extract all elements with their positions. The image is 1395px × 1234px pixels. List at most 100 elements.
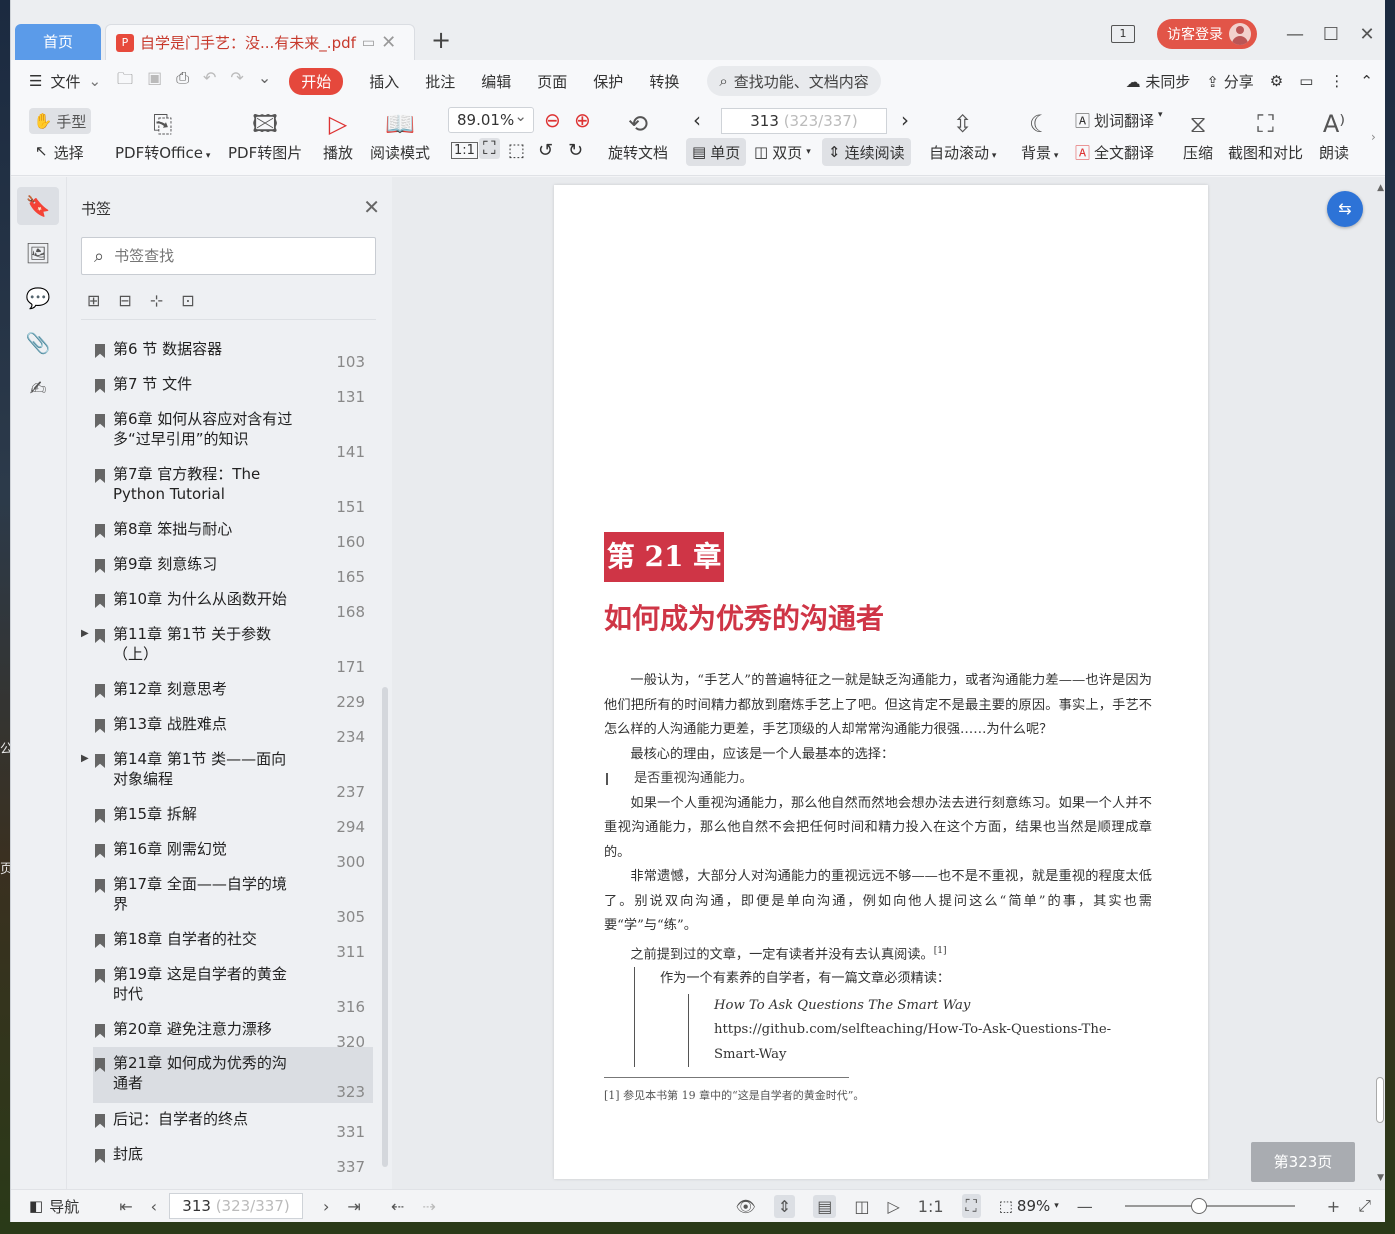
undo-icon[interactable]: ↶ — [203, 68, 216, 95]
guest-login-button[interactable]: 访客登录 — [1157, 19, 1257, 49]
close-tab-icon[interactable]: ✕ — [381, 32, 396, 53]
menu-convert[interactable]: 转换 — [649, 71, 679, 92]
bookmark-item[interactable]: 封底 337 — [93, 1144, 373, 1176]
ribbon-scroll-right-icon[interactable]: › — [1371, 130, 1376, 144]
more-icon[interactable]: ⋮ — [1329, 72, 1344, 90]
close-window-icon[interactable]: ✕ — [1349, 24, 1385, 45]
status-page-input[interactable]: 313 (323/337) — [169, 1193, 304, 1219]
window-count-icon[interactable]: 1 — [1111, 25, 1135, 43]
bookmark-item[interactable]: 后记：自学者的终点 331 — [93, 1109, 373, 1141]
attachment-panel-icon[interactable]: 📎 — [17, 324, 59, 362]
bookmark-item[interactable]: 第12章 刻意思考 229 — [93, 679, 373, 711]
fit-page-icon[interactable]: ⛶ — [479, 138, 500, 159]
scroll-thumb[interactable] — [1376, 1077, 1384, 1123]
open-folder-icon[interactable]: 🗀 — [117, 68, 133, 95]
thumbnail-panel-icon[interactable]: 🖼 — [17, 234, 59, 272]
actual-size-icon[interactable]: 1:1 — [451, 142, 478, 159]
bookmark-item[interactable]: ▶ 第11章 第1节 关于参数（上） 171 — [81, 624, 373, 676]
zoom-select[interactable]: ⬚ 89% ▾ — [999, 1197, 1059, 1215]
eye-protection-icon[interactable]: 👁 — [735, 1197, 755, 1216]
compress-button[interactable]: ⧖ 压缩 — [1183, 108, 1213, 163]
pin-window-icon[interactable]: ▭ — [362, 35, 375, 51]
bookmark-item[interactable]: 第10章 为什么从函数开始 168 — [93, 589, 373, 621]
save-icon[interactable]: ▣ — [147, 68, 162, 95]
rotate-right-icon[interactable]: ↻ — [568, 140, 583, 161]
play-icon[interactable]: ▷ — [887, 1197, 899, 1216]
single-view-icon[interactable]: ▤ — [813, 1194, 837, 1218]
fullscreen-icon[interactable]: ⤢ — [1358, 1196, 1371, 1216]
feature-search[interactable]: ⌕ 查找功能、文档内容 — [707, 66, 881, 96]
page-number-input[interactable]: 313 (323/337) — [721, 108, 887, 134]
screenshot-compare-button[interactable]: ⛶ 截图和对比 — [1228, 108, 1303, 163]
zoom-in-icon[interactable]: ⊕ — [574, 108, 591, 132]
read-aloud-button[interactable]: A⁾ 朗读 — [1319, 108, 1349, 163]
zoom-out-icon[interactable]: ⊖ — [544, 108, 561, 132]
bookmark-item[interactable]: 第18章 自学者的社交 311 — [93, 929, 373, 961]
maximize-icon[interactable]: ☐ — [1313, 24, 1349, 45]
scroll-up-icon[interactable]: ▲ — [1377, 183, 1384, 193]
read-mode-button[interactable]: 📖 阅读模式 — [370, 108, 430, 163]
pdf-to-image-button[interactable]: 🖾 PDF转图片 — [228, 108, 302, 163]
zoom-in-icon[interactable]: + — [1327, 1197, 1340, 1216]
bookmark-item[interactable]: 第7 节 文件 131 — [93, 374, 373, 406]
zoom-out-icon[interactable]: — — [1077, 1197, 1093, 1216]
menu-insert[interactable]: 插入 — [369, 71, 399, 92]
new-tab-button[interactable]: + — [431, 26, 451, 54]
sync-status[interactable]: ☁ 未同步 — [1126, 71, 1191, 92]
bookmark-search-input[interactable] — [114, 247, 335, 265]
continuous-view-icon[interactable]: ⇕ — [773, 1194, 796, 1218]
menu-start[interactable]: 开始 — [289, 67, 344, 95]
first-page-icon[interactable]: ⇤ — [119, 1197, 132, 1216]
single-page-button[interactable]: ▤ 单页 — [686, 138, 747, 166]
bookmark-item[interactable]: ▶ 第14章 第1节 类——面向对象编程 237 — [81, 749, 373, 801]
prev-page-icon[interactable]: ‹ — [693, 108, 701, 132]
bookmark-item[interactable]: 第19章 这是自学者的黄金时代 316 — [93, 964, 373, 1016]
signature-panel-icon[interactable]: ✍ — [17, 369, 59, 407]
bookmark-item[interactable]: 第13章 战胜难点 234 — [93, 714, 373, 746]
prev-page-icon[interactable]: ‹ — [151, 1197, 157, 1216]
word-translate-button[interactable]: 🄰 划词翻译 ▾ — [1075, 110, 1163, 131]
double-view-icon[interactable]: ◫ — [854, 1197, 869, 1216]
minimize-icon[interactable]: — — [1277, 24, 1313, 45]
zoom-slider-knob[interactable] — [1190, 1198, 1207, 1214]
pdf-to-office-button[interactable]: ⎘ PDF转Office ▾ — [115, 108, 210, 163]
zoom-select[interactable]: 89.01% — [448, 104, 534, 133]
menu-annotate[interactable]: 批注 — [425, 71, 455, 92]
bookmark-item[interactable]: 第15章 拆解 294 — [93, 804, 373, 836]
collapse-all-icon[interactable]: ⊟ — [118, 291, 131, 310]
fit-width-icon[interactable]: ⬚ — [508, 140, 525, 161]
play-button[interactable]: ▷ 播放 — [323, 108, 353, 163]
rotate-left-icon[interactable]: ↺ — [538, 140, 553, 161]
scroll-down-icon[interactable]: ▼ — [1377, 1173, 1384, 1183]
bookmark-scrollbar[interactable] — [382, 687, 388, 1167]
menu-edit[interactable]: 编辑 — [481, 71, 511, 92]
forward-icon[interactable]: ⇢ — [422, 1197, 435, 1216]
feedback-icon[interactable]: ▭ — [1299, 72, 1313, 90]
more-quick-icon[interactable]: ⌄ — [258, 68, 271, 95]
next-page-icon[interactable]: › — [323, 1197, 329, 1216]
share-button[interactable]: ⇪ 分享 — [1206, 71, 1253, 92]
file-menu[interactable]: ☰ 文件 ⌄ — [29, 71, 101, 92]
expand-arrow-icon[interactable]: ▶ — [81, 753, 89, 764]
redo-icon[interactable]: ↷ — [230, 68, 243, 95]
print-icon[interactable]: ⎙ — [176, 68, 189, 95]
close-icon[interactable]: ✕ — [363, 195, 380, 219]
actual-size-icon[interactable]: 1:1 — [918, 1197, 944, 1216]
bookmark-item[interactable]: 第16章 刚需幻觉 300 — [93, 839, 373, 871]
bookmark-item[interactable]: 第9章 刻意练习 165 — [93, 554, 373, 586]
rotate-document-button[interactable]: ⟲ 旋转文档 — [608, 108, 668, 163]
zoom-slider[interactable] — [1124, 1198, 1295, 1214]
next-page-icon[interactable]: › — [901, 108, 909, 132]
bookmark-item[interactable]: 第8章 笨拙与耐心 160 — [93, 519, 373, 551]
auto-scroll-button[interactable]: ⇳ 自动滚动 ▾ — [929, 108, 996, 163]
floating-tool-icon[interactable]: ⇆ — [1327, 191, 1363, 227]
menu-page[interactable]: 页面 — [537, 71, 567, 92]
expand-all-icon[interactable]: ⊞ — [87, 291, 100, 310]
bookmark-item-selected[interactable]: 第21章 如何成为优秀的沟通者 323 — [93, 1047, 373, 1103]
delete-bookmark-icon[interactable]: ⊡ — [181, 291, 194, 310]
last-page-icon[interactable]: ⇥ — [347, 1197, 360, 1216]
collapse-ribbon-icon[interactable]: ⌃ — [1360, 72, 1373, 90]
home-tab[interactable]: 首页 — [15, 24, 101, 60]
back-icon[interactable]: ⇠ — [391, 1197, 404, 1216]
document-scrollbar[interactable]: ▲ ▼ — [1374, 177, 1385, 1189]
